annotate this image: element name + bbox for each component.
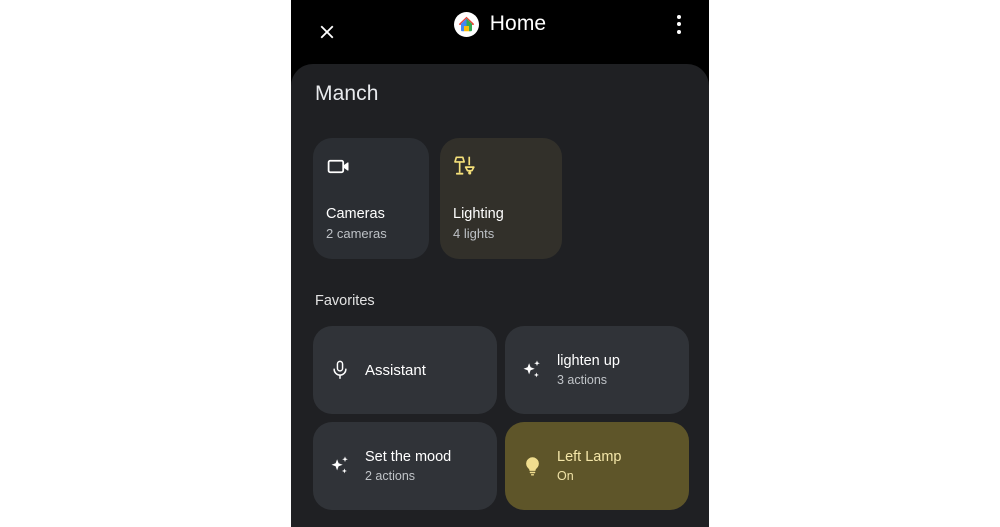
favorite-card-left-lamp[interactable]: Left Lamp On (505, 422, 689, 510)
favorite-card-set-the-mood[interactable]: Set the mood 2 actions (313, 422, 497, 510)
category-title: Lighting (453, 206, 504, 222)
category-title: Cameras (326, 206, 385, 222)
lightbulb-icon (520, 454, 544, 478)
favorite-card-assistant[interactable]: Assistant (313, 326, 497, 414)
favorite-card-left-lamp-text: Left Lamp On (557, 448, 622, 485)
home-sheet: Manch Cameras 2 cameras Lighting 4 light… (291, 64, 709, 527)
favorite-card-set-the-mood-text: Set the mood 2 actions (365, 448, 451, 485)
category-card-lighting[interactable]: Lighting 4 lights (440, 138, 562, 259)
microphone-icon (328, 358, 352, 382)
favorite-subtitle: 3 actions (557, 372, 608, 387)
category-card-cameras-text: Cameras 2 cameras (326, 205, 387, 243)
more-vert-icon-dot (677, 22, 681, 26)
category-card-lighting-text: Lighting 4 lights (453, 205, 504, 243)
overflow-menu-button[interactable] (657, 2, 701, 46)
google-home-logo-icon (453, 11, 479, 37)
category-card-row: Cameras 2 cameras Lighting 4 lights (313, 138, 685, 259)
app-bar-title: Home (489, 12, 547, 35)
category-card-cameras[interactable]: Cameras 2 cameras (313, 138, 429, 259)
app-bar-title-group: Home (291, 0, 709, 48)
app-bar: Home (291, 0, 709, 64)
favorite-card-lighten-up-text: lighten up 3 actions (557, 352, 620, 389)
more-vert-icon-dot (677, 29, 681, 34)
screen-root: Home Manch Cameras 2 cameras Lighting 4 … (0, 0, 1000, 527)
favorite-subtitle: On (557, 468, 574, 483)
favorite-title: Assistant (365, 361, 426, 379)
more-vert-icon-dot (677, 14, 681, 19)
sparkles-icon (328, 454, 352, 478)
videocam-icon (326, 152, 416, 180)
category-subtitle: 2 cameras (326, 226, 387, 241)
phone-viewport: Home Manch Cameras 2 cameras Lighting 4 … (291, 0, 709, 527)
home-name: Manch (315, 82, 379, 105)
favorite-subtitle: 2 actions (365, 468, 416, 483)
sparkles-icon (520, 358, 544, 382)
category-subtitle: 4 lights (453, 226, 495, 241)
favorites-grid: Assistant lighten up 3 actions Set the m… (313, 326, 689, 510)
favorites-section-label: Favorites (315, 293, 375, 309)
lamps-icon (453, 152, 549, 180)
favorite-title: Set the mood (365, 448, 452, 465)
favorite-title: Left Lamp (557, 448, 622, 465)
favorite-card-assistant-text: Assistant (365, 361, 426, 380)
favorite-card-lighten-up[interactable]: lighten up 3 actions (505, 326, 689, 414)
favorite-title: lighten up (557, 352, 620, 369)
